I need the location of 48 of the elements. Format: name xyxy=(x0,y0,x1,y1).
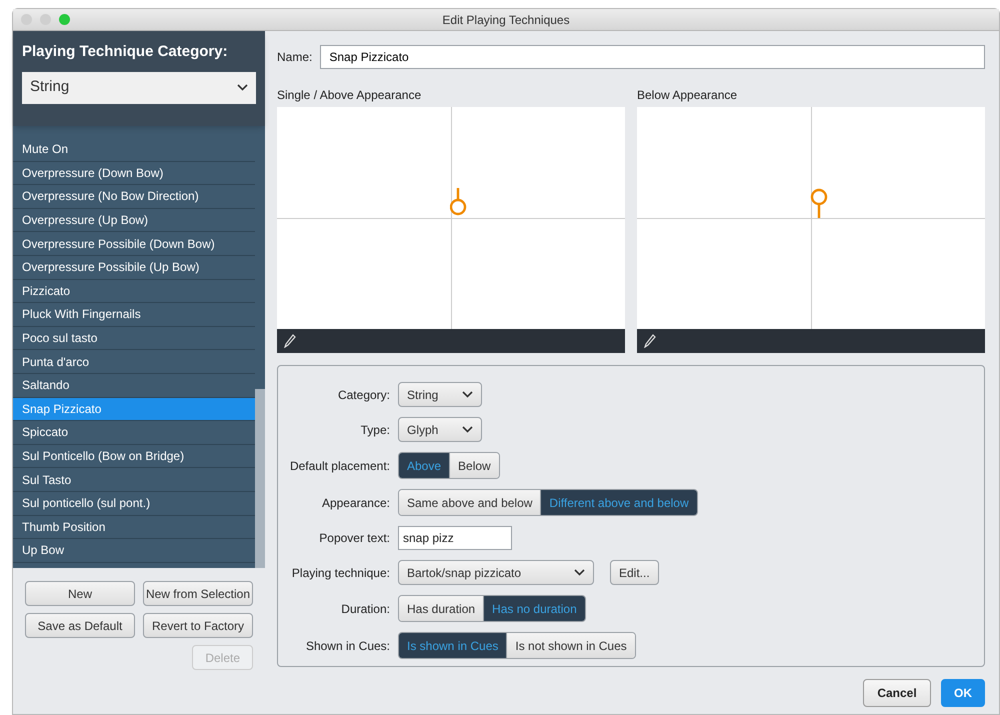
category-dropdown[interactable]: String xyxy=(22,72,256,104)
list-action-button[interactable]: New from Selection xyxy=(143,581,253,606)
property-label: Default placement: xyxy=(288,458,390,474)
dropdown[interactable]: String xyxy=(398,382,482,407)
category-heading: Playing Technique Category: xyxy=(22,42,229,62)
list-action-button[interactable]: New xyxy=(25,581,135,606)
segment-option[interactable]: Has no duration xyxy=(483,596,585,621)
chevron-down-icon xyxy=(574,569,585,576)
list-action-button[interactable]: Revert to Factory xyxy=(143,613,253,638)
pencil-icon[interactable] xyxy=(644,334,656,348)
list-action-button[interactable]: Save as Default xyxy=(25,613,135,638)
name-label: Name: xyxy=(277,49,312,66)
segment-option[interactable]: Is shown in Cues xyxy=(399,633,506,658)
segment-option[interactable]: Below xyxy=(449,453,499,478)
property-label: Category: xyxy=(336,386,390,404)
property-label: Type: xyxy=(360,422,390,438)
close-window-button[interactable] xyxy=(21,14,32,25)
dropdown[interactable]: Bartok/snap pizzicato xyxy=(398,560,594,585)
minimize-window-button[interactable] xyxy=(40,14,51,25)
chevron-down-icon xyxy=(237,84,248,91)
name-field[interactable]: Snap Pizzicato xyxy=(320,45,985,69)
dropdown[interactable]: Glyph xyxy=(398,417,482,442)
property-label: Appearance: xyxy=(320,494,390,512)
appearance-title: Below Appearance xyxy=(637,87,738,104)
segment-option[interactable]: Different above and below xyxy=(540,490,697,515)
chevron-down-icon xyxy=(462,426,474,433)
window-title: Edit Playing Techniques xyxy=(442,12,570,28)
segment-option[interactable]: Same above and below xyxy=(399,490,540,515)
technique-item[interactable]: Sul Ponticello (Bow on Bridge) xyxy=(13,444,255,468)
property-label: Playing technique: xyxy=(290,564,390,582)
zoom-window-button[interactable] xyxy=(59,14,70,25)
property-label: Duration: xyxy=(340,600,390,618)
scrollbar-thumb[interactable] xyxy=(255,389,265,568)
appearance-title: Single / Above Appearance xyxy=(277,87,422,104)
segment-option[interactable]: Is not shown in Cues xyxy=(506,633,635,658)
technique-item[interactable]: Thumb Position xyxy=(13,516,255,540)
technique-item[interactable]: Overpressure (Down Bow) xyxy=(13,162,255,186)
popover-text-field[interactable]: snap pizz xyxy=(398,526,512,550)
snap-pizzicato-glyph-icon xyxy=(809,188,829,220)
chevron-down-icon xyxy=(462,391,474,398)
cancel-button[interactable]: Cancel xyxy=(863,679,931,707)
segment-option[interactable]: Above xyxy=(399,453,450,478)
property-label: Popover text: xyxy=(318,530,390,547)
pencil-icon[interactable] xyxy=(284,334,296,348)
edit-button[interactable]: Edit... xyxy=(610,560,659,585)
segment-option[interactable]: Has duration xyxy=(399,596,484,621)
technique-item[interactable]: Pizzicato xyxy=(13,280,255,304)
property-label: Shown in Cues: xyxy=(304,638,390,654)
